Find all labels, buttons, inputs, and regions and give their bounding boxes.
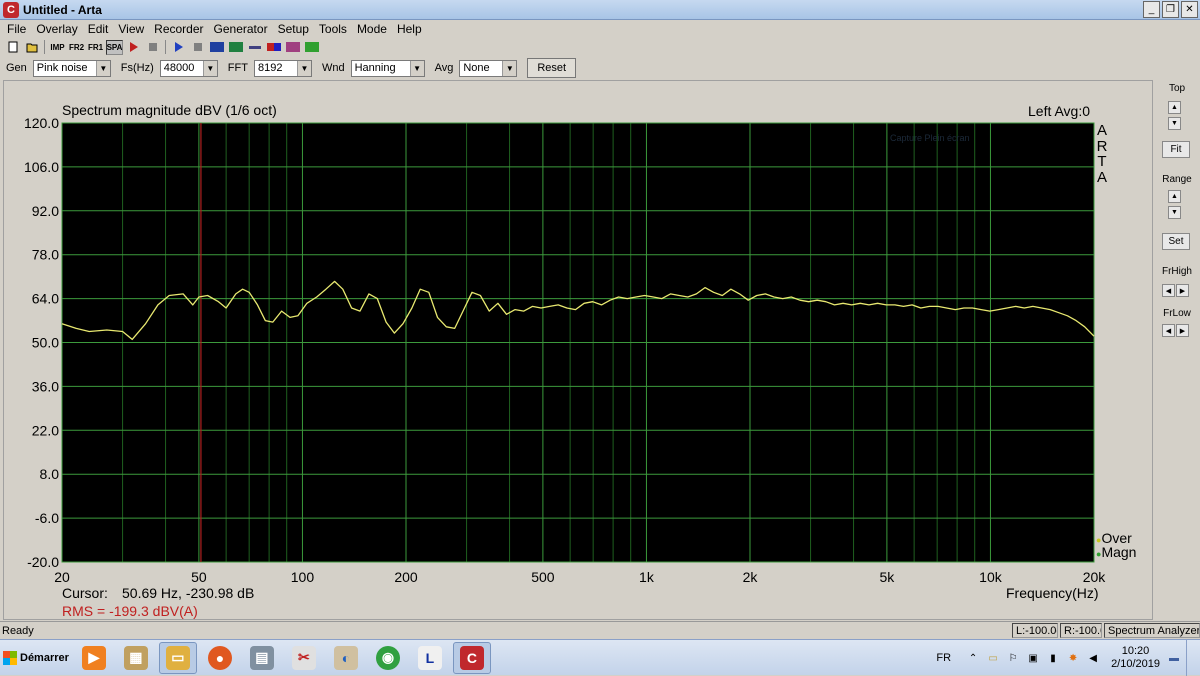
x-tick-label: 20 bbox=[54, 569, 70, 585]
clock-time: 10:20 bbox=[1121, 645, 1150, 657]
arta-letter: T bbox=[1097, 153, 1107, 170]
clock[interactable]: 10:20 2/10/2019 bbox=[1111, 645, 1160, 671]
status-bar: Ready L:-100.0d R:-100.0 Spectrum Analyz… bbox=[0, 621, 1200, 639]
taskbar-snipping[interactable]: ✂ bbox=[285, 642, 323, 674]
taskbar-photos[interactable]: ▦ bbox=[117, 642, 155, 674]
palette-icon: ◐ bbox=[333, 645, 358, 670]
frlow-left-button[interactable]: ◀ bbox=[1162, 324, 1175, 337]
tray-folder-icon[interactable]: ▭ bbox=[985, 650, 1001, 666]
y-tick-label: 92.0 bbox=[32, 203, 59, 219]
x-tick-label: 2k bbox=[743, 569, 759, 585]
y-tick-label: 106.0 bbox=[24, 159, 59, 175]
scale-control-panel: Top ▲ ▼ Fit Range ▲ ▼ Set FrHigh ◀ ▶ FrL… bbox=[1157, 80, 1197, 620]
mode-indicator: Spectrum Analyzer bbox=[1104, 623, 1200, 638]
windows-logo-icon bbox=[3, 650, 17, 665]
start-label: Démarrer bbox=[20, 651, 69, 664]
x-tick-label: 500 bbox=[531, 569, 555, 585]
y-tick-label: 8.0 bbox=[40, 466, 60, 482]
x-tick-label: 100 bbox=[291, 569, 315, 585]
taskbar-limp[interactable]: L bbox=[411, 642, 449, 674]
firefox-icon: ● bbox=[207, 645, 232, 670]
start-button[interactable]: Démarrer bbox=[0, 643, 75, 673]
right-level: R:-100.0 bbox=[1060, 623, 1102, 638]
x-tick-label: 20k bbox=[1083, 569, 1107, 585]
set-button[interactable]: Set bbox=[1162, 233, 1190, 250]
y-tick-label: 50.0 bbox=[32, 335, 59, 351]
cursor-label: Cursor: bbox=[62, 585, 108, 601]
left-level: L:-100.0d bbox=[1012, 623, 1058, 638]
taskbar-calculator[interactable]: ▤ bbox=[243, 642, 281, 674]
media-player-icon: ▶ bbox=[81, 645, 106, 670]
legend-magn: ●Magn bbox=[1096, 544, 1137, 560]
status-ready: Ready bbox=[2, 624, 34, 637]
arta-taskbar-icon: C bbox=[459, 645, 484, 670]
cursor-value: 50.69 Hz, -230.98 dB bbox=[122, 585, 255, 601]
range-down-button[interactable]: ▼ bbox=[1168, 206, 1181, 219]
range-label: Range bbox=[1162, 174, 1192, 185]
taskbar-arta[interactable]: C bbox=[452, 641, 491, 674]
taskbar-chrome[interactable]: ◉ bbox=[369, 642, 407, 674]
taskbar-firefox[interactable]: ● bbox=[201, 642, 239, 674]
frhigh-label: FrHigh bbox=[1161, 266, 1192, 277]
scissors-icon: ✂ bbox=[291, 645, 316, 670]
x-tick-label: 200 bbox=[394, 569, 418, 585]
tray-app-icon[interactable]: ▣ bbox=[1025, 650, 1041, 666]
system-tray: FR ⌃ ▭ ⚐ ▣ ▮ ✸ ◀ 10:20 2/10/2019 ▬ bbox=[936, 640, 1200, 676]
x-tick-label: 5k bbox=[879, 569, 895, 585]
volume-icon[interactable]: ◀ bbox=[1085, 650, 1101, 666]
taskbar-paint[interactable]: ◐ bbox=[327, 642, 365, 674]
range-up-button[interactable]: ▲ bbox=[1168, 190, 1181, 203]
limp-app-icon: L bbox=[417, 645, 442, 670]
x-tick-label: 50 bbox=[191, 569, 207, 585]
frlow-label: FrLow bbox=[1163, 308, 1191, 319]
y-tick-label: -20.0 bbox=[27, 554, 59, 570]
show-desktop-button[interactable] bbox=[1186, 640, 1200, 676]
y-tick-label: -6.0 bbox=[35, 510, 59, 526]
photos-icon: ▦ bbox=[123, 645, 148, 670]
folder-icon: ▭ bbox=[165, 645, 190, 670]
rms-readout: RMS = -199.3 dBV(A) bbox=[62, 603, 198, 619]
language-indicator[interactable]: FR bbox=[936, 652, 951, 664]
taskbar: Démarrer ▶ ▦ ▭ ● ▤ ✂ ◐ ◉ L C FR ⌃ ▭ ⚐ ▣ … bbox=[0, 639, 1200, 676]
frhigh-right-button[interactable]: ▶ bbox=[1176, 284, 1189, 297]
top-up-button[interactable]: ▲ bbox=[1168, 101, 1181, 114]
watermark-text: Capture Plein écran bbox=[890, 133, 970, 143]
antivirus-icon[interactable]: ✸ bbox=[1065, 650, 1081, 666]
notification-icon[interactable]: ▬ bbox=[1166, 650, 1182, 666]
clock-date: 2/10/2019 bbox=[1111, 658, 1160, 670]
top-label: Top bbox=[1168, 83, 1186, 94]
taskbar-media-player[interactable]: ▶ bbox=[75, 642, 113, 674]
chrome-icon: ◉ bbox=[375, 645, 400, 670]
calculator-icon: ▤ bbox=[249, 645, 274, 670]
x-tick-label: 1k bbox=[639, 569, 655, 585]
y-tick-label: 120.0 bbox=[24, 115, 59, 131]
frhigh-left-button[interactable]: ◀ bbox=[1162, 284, 1175, 297]
legend-magn-label: Magn bbox=[1101, 544, 1137, 560]
arta-letter: A bbox=[1096, 122, 1107, 139]
x-axis-label: Frequency(Hz) bbox=[1006, 585, 1099, 601]
flag-icon[interactable]: ⚐ bbox=[1005, 650, 1021, 666]
arta-vertical-label: A R T A bbox=[1096, 123, 1108, 185]
arta-letter: A bbox=[1096, 168, 1107, 186]
y-tick-label: 64.0 bbox=[32, 291, 59, 307]
y-tick-label: 78.0 bbox=[32, 247, 59, 263]
x-tick-label: 10k bbox=[979, 569, 1003, 585]
y-tick-label: 22.0 bbox=[32, 422, 59, 438]
channel-info: Left Avg:0 bbox=[1028, 103, 1091, 119]
chart-title: Spectrum magnitude dBV (1/6 oct) bbox=[62, 102, 277, 118]
frlow-right-button[interactable]: ▶ bbox=[1176, 324, 1189, 337]
top-down-button[interactable]: ▼ bbox=[1168, 117, 1181, 130]
taskbar-explorer[interactable]: ▭ bbox=[158, 641, 197, 674]
y-tick-label: 36.0 bbox=[32, 378, 59, 394]
fit-button[interactable]: Fit bbox=[1162, 141, 1190, 158]
network-icon[interactable]: ▮ bbox=[1045, 650, 1061, 666]
tray-expand-icon[interactable]: ⌃ bbox=[965, 650, 981, 666]
arta-letter: R bbox=[1096, 137, 1108, 155]
